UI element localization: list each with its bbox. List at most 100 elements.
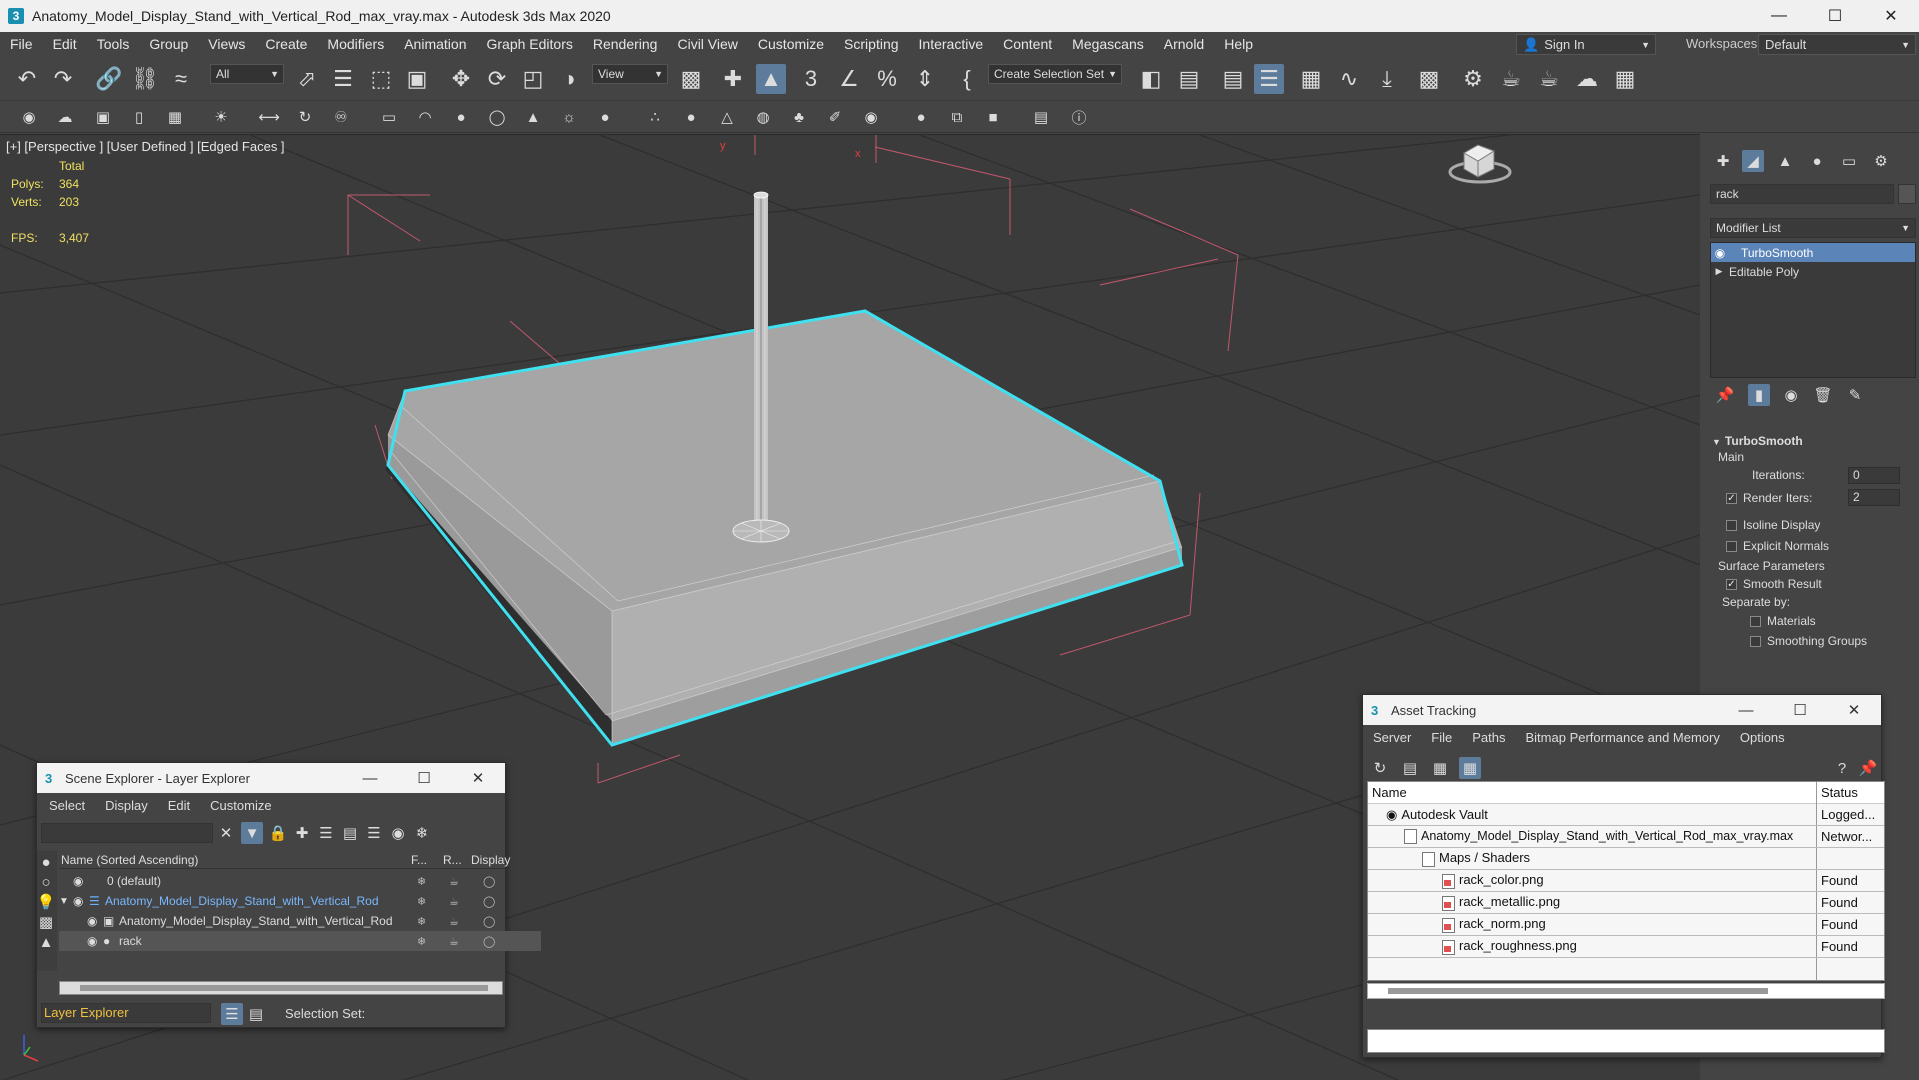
move-icon[interactable]: ✥ (446, 64, 476, 94)
create-grid-icon[interactable]: ▦ (164, 106, 186, 128)
scrollbar-thumb[interactable] (1388, 988, 1768, 994)
spinner-snap-icon[interactable]: ⇕ (910, 64, 940, 94)
menu-views[interactable]: Views (198, 32, 255, 56)
menu-animation[interactable]: Animation (394, 32, 476, 56)
tree-view-icon[interactable]: ▦ (1429, 757, 1451, 779)
snap-align-icon[interactable]: ⟷ (258, 106, 280, 128)
capsule-icon[interactable]: ● (680, 106, 702, 128)
help-icon[interactable]: ⓘ (1068, 106, 1090, 128)
modifier-list-dropdown[interactable]: Modifier List ▼ (1710, 218, 1916, 238)
rotate-tool-icon[interactable]: ↻ (294, 106, 316, 128)
freeze-icon[interactable]: ❄ (417, 895, 426, 908)
rectangle-shape-icon[interactable]: ▭ (378, 106, 400, 128)
show-end-result-icon[interactable]: ▮ (1748, 384, 1770, 406)
new-layer-icon[interactable]: ✚ (291, 822, 313, 844)
find-icon[interactable]: ◉ (387, 822, 409, 844)
select-by-name-icon[interactable]: ☰ (328, 64, 358, 94)
toggle-layer-explorer-icon[interactable]: ☰ (1254, 64, 1284, 94)
window-crossing-icon[interactable]: ▣ (402, 64, 432, 94)
menu-scripting[interactable]: Scripting (834, 32, 908, 56)
menu-edit[interactable]: Edit (43, 32, 87, 56)
display-cameras-icon[interactable]: ▩ (36, 911, 56, 933)
delete-modifier-icon[interactable]: 🗑 (1812, 384, 1834, 406)
freeze-icon[interactable]: ❄ (417, 915, 426, 928)
display-helpers-icon[interactable]: ▲ (36, 931, 56, 953)
select-children-icon[interactable]: ▤ (339, 822, 361, 844)
select-object-icon[interactable]: ⬀ (292, 64, 322, 94)
smoothing-groups-checkbox[interactable] (1750, 636, 1761, 648)
pin-stack-icon[interactable]: 📌 (1714, 384, 1736, 406)
column-status[interactable]: Status (1821, 785, 1858, 800)
toggle-ribbon-icon[interactable]: ▦ (1296, 64, 1326, 94)
make-unique-icon[interactable]: ◉ (1780, 384, 1802, 406)
display-box-icon[interactable]: ◯ (483, 935, 495, 948)
hierarchy-icon[interactable]: ▤ (245, 1003, 267, 1025)
asset-row-roughness[interactable]: rack_roughness.png Found (1368, 936, 1884, 958)
rollout-header[interactable]: ▼ TurboSmooth (1712, 434, 1803, 448)
sphere-shape-icon[interactable]: ● (450, 106, 472, 128)
isoline-checkbox[interactable] (1726, 520, 1737, 532)
freeze-icon[interactable]: ❄ (411, 822, 433, 844)
at-menu-bitmap-performance[interactable]: Bitmap Performance and Memory (1516, 730, 1730, 745)
horizontal-scrollbar[interactable] (59, 981, 503, 995)
list-view-icon[interactable]: ▤ (1399, 757, 1421, 779)
bind-spacewarp-icon[interactable]: ≈ (166, 64, 196, 94)
menu-megascans[interactable]: Megascans (1062, 32, 1154, 56)
asset-row-norm[interactable]: rack_norm.png Found (1368, 914, 1884, 936)
eye-icon[interactable]: ◉ (87, 934, 97, 948)
menu-create[interactable]: Create (255, 32, 317, 56)
expand-arrow-icon[interactable]: ▼ (59, 896, 69, 907)
eye-icon[interactable]: ◉ (1711, 246, 1729, 260)
configure-modifier-icon[interactable]: ✎ (1844, 384, 1866, 406)
display-geometry-icon[interactable]: ● (36, 851, 56, 873)
torus-shape-icon[interactable]: ◯ (486, 106, 508, 128)
object-color-swatch[interactable] (1898, 184, 1916, 204)
iterations-spinner[interactable]: 0 (1848, 467, 1900, 484)
keyboard-shortcut-override-icon[interactable]: ▲ (756, 64, 786, 94)
menu-group[interactable]: Group (139, 32, 198, 56)
layer-row-anatomy[interactable]: ▼ ◉ ☰ Anatomy_Model_Display_Stand_with_V… (59, 891, 541, 911)
motion-tab-icon[interactable]: ● (1806, 150, 1828, 172)
toggle-scene-explorer-icon[interactable]: ▤ (1218, 64, 1248, 94)
eye-icon[interactable]: ◉ (73, 874, 83, 888)
select-link-icon[interactable]: 🔗 (94, 64, 124, 94)
scene-explorer-titlebar[interactable]: 3 Scene Explorer - Layer Explorer — ☐ ✕ (37, 763, 505, 793)
material-ball-icon[interactable]: ● (910, 106, 932, 128)
object-row-anatomy[interactable]: ◉ ▣ Anatomy_Model_Display_Stand_with_Ver… (59, 911, 541, 931)
foliage-icon[interactable]: ♣ (788, 106, 810, 128)
eye-icon[interactable]: ◉ (87, 914, 97, 928)
named-selection-dropdown[interactable]: Create Selection Set ▼ (988, 64, 1122, 84)
display-box-icon[interactable]: ◯ (483, 895, 495, 908)
menu-customize[interactable]: Customize (748, 32, 834, 56)
cloth-icon[interactable]: ◉ (860, 106, 882, 128)
select-manipulate-icon[interactable]: ✚ (718, 64, 748, 94)
schematic-view-icon[interactable]: ⤓ (1372, 64, 1402, 94)
unlink-icon[interactable]: ⛓ (130, 64, 160, 94)
object-name-field[interactable]: rack (1710, 184, 1894, 204)
menu-interactive[interactable]: Interactive (909, 32, 994, 56)
scale-icon[interactable]: ◰ (518, 64, 548, 94)
material-editor-icon[interactable]: ▩ (1414, 64, 1444, 94)
close-icon[interactable]: ✕ (1827, 701, 1881, 719)
bone-icon[interactable]: △ (716, 106, 738, 128)
render-teapot-icon[interactable]: ☕ (449, 875, 459, 888)
eye-icon[interactable]: ◉ (73, 894, 83, 908)
layer-row-default[interactable]: ◉ 0 (default) ❄ ☕ ◯ (59, 871, 541, 891)
render-iters-spinner[interactable]: 2 (1848, 489, 1900, 506)
render-iters-checkbox[interactable]: ✓ (1726, 493, 1737, 505)
filter-icon[interactable]: ▼ (241, 822, 263, 844)
angle-snap-icon[interactable]: ∠ (834, 64, 864, 94)
reference-coordinate-dropdown[interactable]: View ▼ (592, 64, 668, 84)
at-menu-file[interactable]: File (1421, 730, 1462, 745)
scrollbar-thumb[interactable] (80, 985, 488, 991)
sign-in-dropdown[interactable]: 👤 Sign In ▼ (1516, 34, 1656, 55)
viewport-label[interactable]: [+] [Perspective ] [User Defined ] [Edge… (6, 139, 285, 154)
scene-search-input[interactable] (41, 823, 213, 843)
smooth-result-checkbox[interactable]: ✓ (1726, 579, 1737, 591)
render-teapot-icon[interactable]: ☕ (449, 935, 459, 948)
at-menu-paths[interactable]: Paths (1462, 730, 1515, 745)
asset-row-vault[interactable]: ◉ Autodesk Vault Logged... (1368, 804, 1884, 826)
freeze-icon[interactable]: ❄ (417, 935, 426, 948)
globe-icon[interactable]: ◍ (752, 106, 774, 128)
link-tool-icon[interactable]: ♾ (330, 106, 352, 128)
